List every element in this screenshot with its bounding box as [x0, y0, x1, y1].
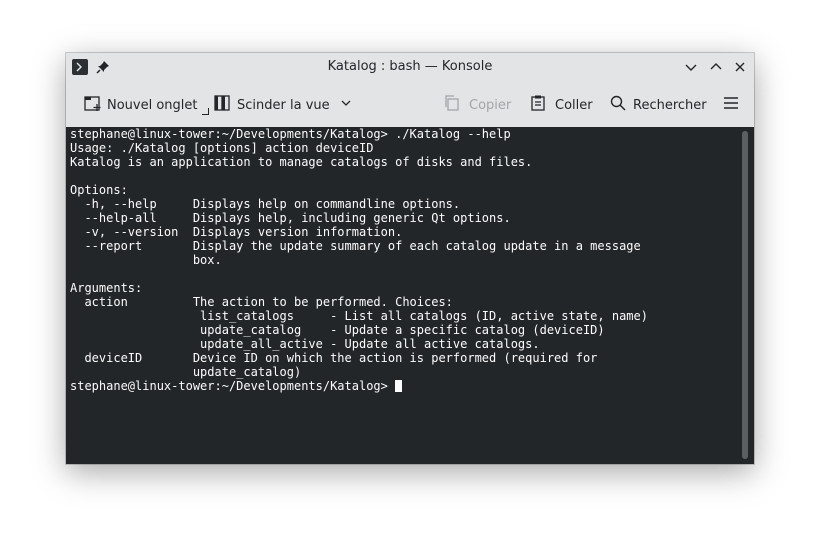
toolbar: Nouvel onglet Scinder la vue Copier Coll…: [66, 81, 754, 128]
konsole-window: Katalog : bash — Konsole Nouvel onglet S…: [66, 53, 754, 464]
search-button[interactable]: Rechercher: [609, 95, 707, 115]
text-cursor: [395, 380, 403, 392]
split-view-icon: [213, 94, 231, 116]
paste-label: Coller: [555, 97, 593, 113]
terminal-scrollbar[interactable]: [742, 131, 748, 459]
hamburger-menu-icon: [722, 94, 740, 116]
copy-label: Copier: [469, 97, 512, 113]
terminal-area[interactable]: stephane@linux-tower:~/Developments/Kata…: [66, 127, 754, 464]
chevron-down-icon[interactable]: [683, 59, 699, 75]
copy-icon: [443, 94, 461, 116]
new-tab-label: Nouvel onglet: [107, 97, 198, 113]
search-label: Rechercher: [633, 97, 707, 113]
terminal-output: stephane@linux-tower:~/Developments/Kata…: [70, 127, 648, 393]
search-icon: [609, 94, 627, 116]
split-view-button[interactable]: Scinder la vue: [213, 95, 352, 115]
chevron-up-icon[interactable]: [708, 59, 724, 75]
paste-icon: [529, 94, 547, 116]
new-tab-button[interactable]: Nouvel onglet: [83, 95, 209, 115]
dropdown-corner-icon: [201, 108, 209, 115]
terminal-prompt: stephane@linux-tower:~/Developments/Kata…: [70, 379, 396, 393]
terminal-output-text: stephane@linux-tower:~/Developments/Kata…: [70, 127, 648, 379]
close-icon[interactable]: [732, 59, 748, 75]
title-bar[interactable]: Katalog : bash — Konsole: [66, 53, 754, 81]
copy-button[interactable]: Copier: [443, 95, 511, 115]
paste-button[interactable]: Coller: [529, 95, 593, 115]
new-tab-icon: [83, 94, 101, 116]
menu-button[interactable]: [722, 95, 740, 115]
chevron-down-icon: [340, 97, 352, 113]
window-title: Katalog : bash — Konsole: [327, 59, 493, 74]
split-view-label: Scinder la vue: [237, 97, 330, 113]
